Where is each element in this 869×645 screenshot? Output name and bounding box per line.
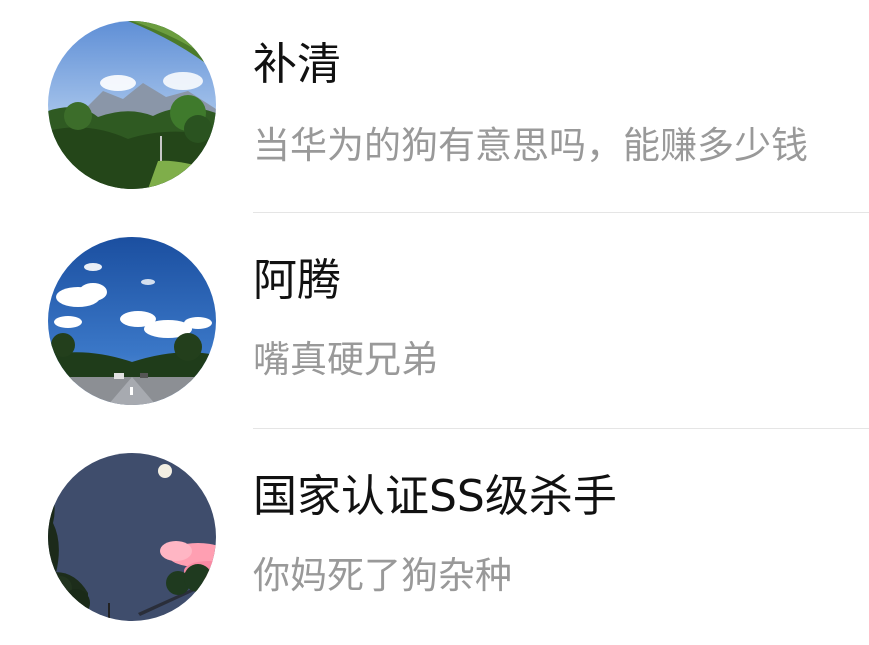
blue-sky-road-avatar-image: [48, 237, 216, 405]
message-preview: 你妈死了狗杂种: [253, 554, 512, 597]
moon-night-sky-avatar-image: [48, 453, 216, 621]
message-preview: 嘴真硬兄弟: [253, 338, 438, 381]
avatar[interactable]: [48, 21, 216, 189]
contact-name: 阿腾: [253, 255, 341, 306]
avatar[interactable]: [48, 237, 216, 405]
chat-item-3[interactable]: 国家认证SS级杀手 你妈死了狗杂种: [0, 430, 869, 645]
chat-list: 补清 当华为的狗有意思吗，能赚多少钱 阿腾 嘴真硬兄弟 国家认证SS级杀手 你妈…: [0, 0, 869, 639]
divider: [253, 428, 869, 429]
message-preview: 当华为的狗有意思吗，能赚多少钱: [253, 124, 808, 167]
chat-item-1[interactable]: 补清 当华为的狗有意思吗，能赚多少钱: [0, 0, 869, 215]
avatar[interactable]: [48, 453, 216, 621]
divider: [253, 212, 869, 213]
contact-name: 国家认证SS级杀手: [253, 471, 617, 522]
mountain-forest-avatar-image: [48, 21, 216, 189]
chat-item-2[interactable]: 阿腾 嘴真硬兄弟: [0, 215, 869, 430]
contact-name: 补清: [253, 39, 341, 90]
